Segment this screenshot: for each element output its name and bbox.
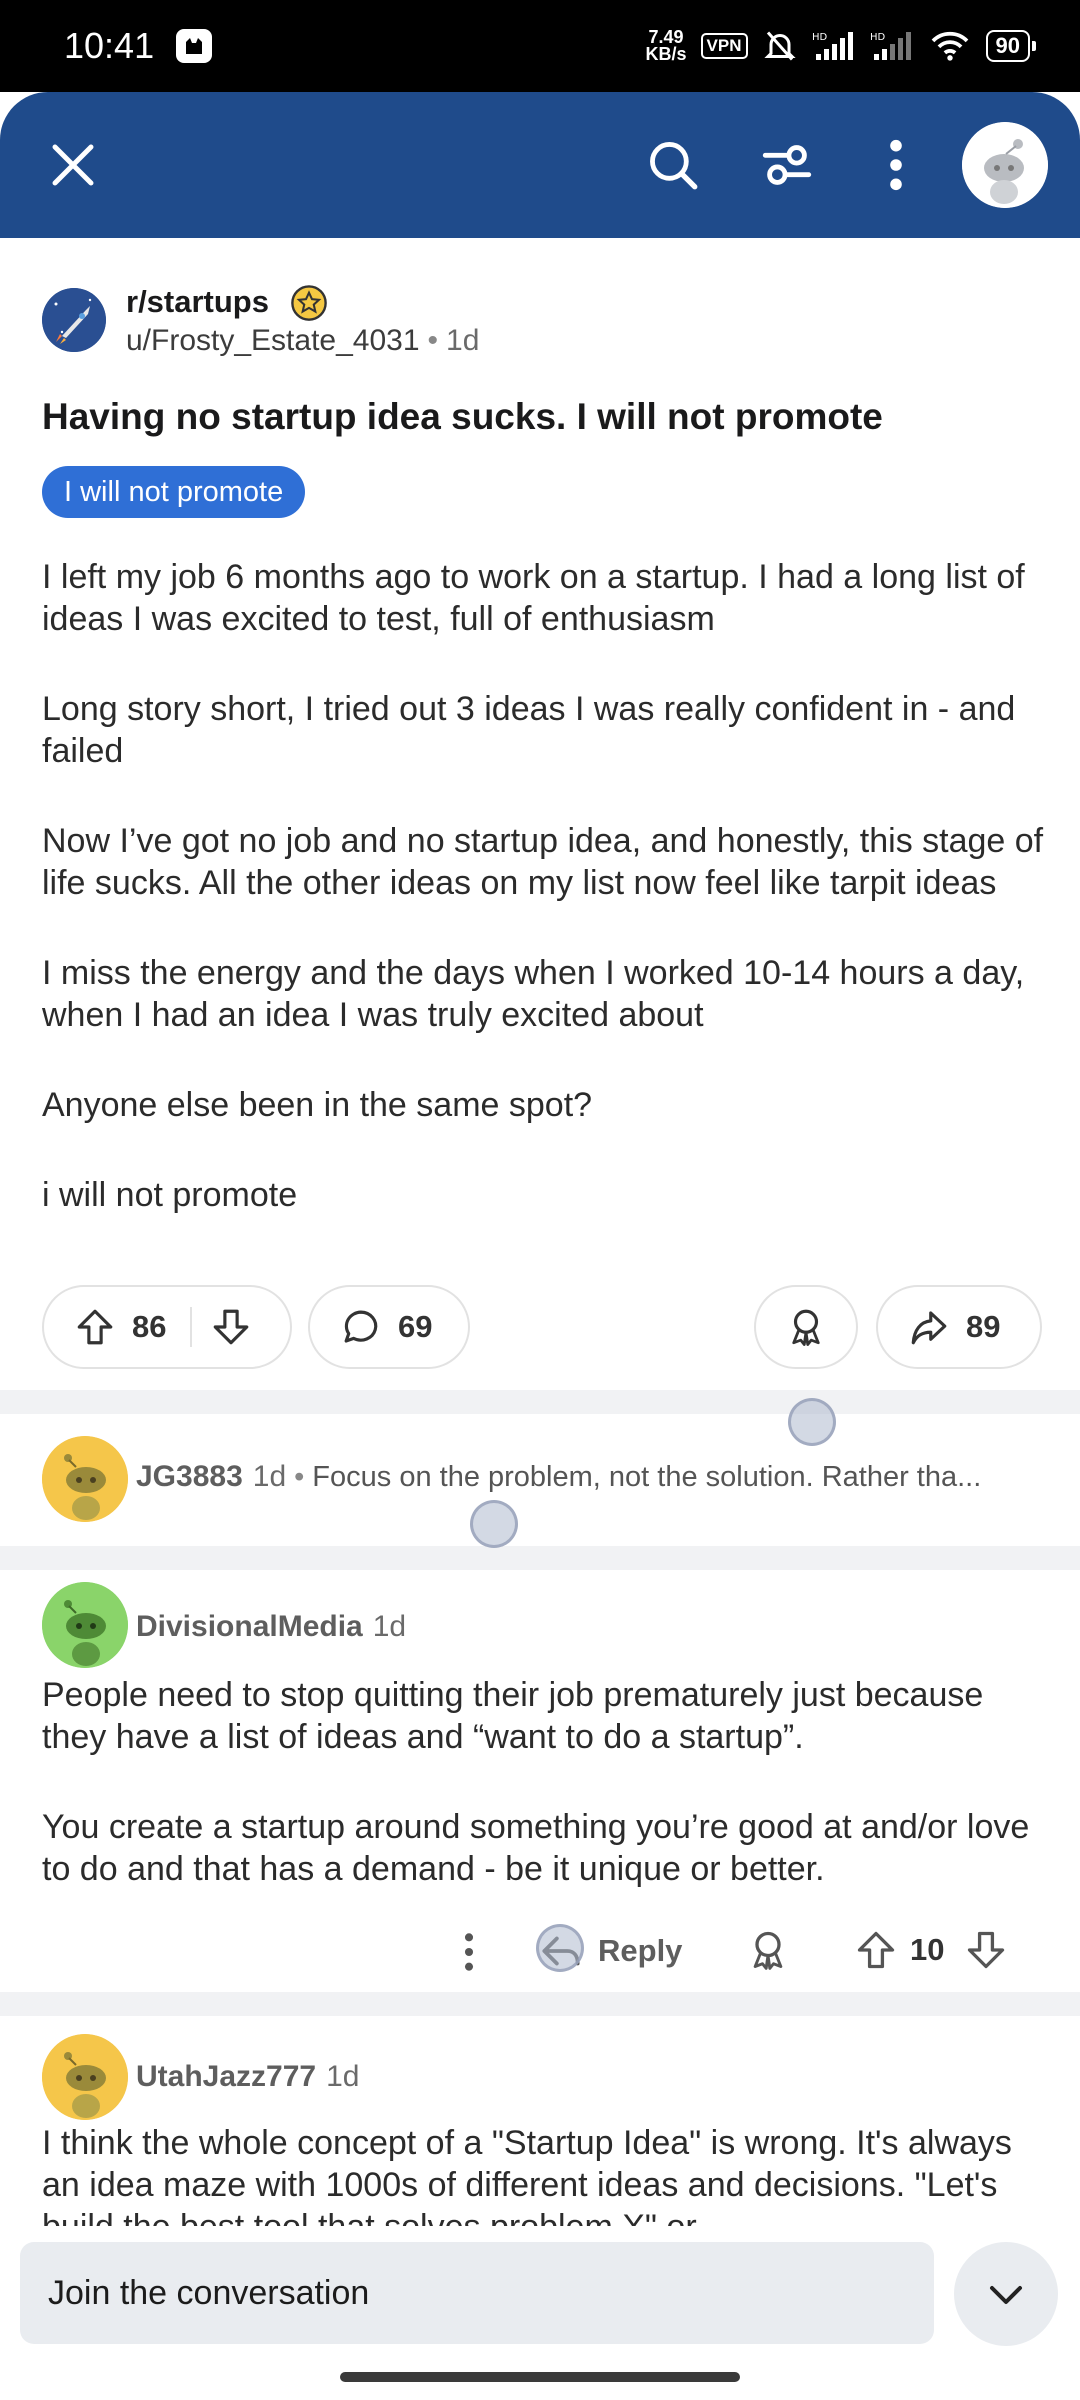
- comment-score: 10: [910, 1932, 945, 1967]
- avatar[interactable]: [962, 122, 1048, 208]
- filter-icon[interactable]: [758, 136, 816, 194]
- avatar[interactable]: [42, 2034, 128, 2120]
- network-speed: 7.49 KB/s: [645, 27, 687, 64]
- subreddit-name[interactable]: r/startups: [126, 284, 269, 320]
- comment-paragraph: People need to stop quitting their job p…: [42, 1676, 984, 1756]
- comment-time: 1d: [252, 1460, 287, 1493]
- divider: [0, 1546, 1080, 1570]
- wifi-icon: [931, 31, 968, 61]
- vpn-badge: VPN: [700, 33, 748, 59]
- upvote-icon[interactable]: [854, 1928, 898, 1972]
- status-bar: 10:41 7.49 KB/s VPN HD HD 90: [0, 0, 1080, 92]
- more-vert-icon[interactable]: [876, 136, 916, 194]
- post-author-line: u/Frosty_Estate_4031 • 1d: [126, 324, 480, 357]
- home-indicator: [340, 2372, 740, 2382]
- post-body: I left my job 6 months ago to work on a …: [42, 556, 1052, 1264]
- post-paragraph: Now I’ve got no job and no startup idea,…: [42, 822, 1044, 902]
- chevron-down-icon: [990, 2286, 1022, 2304]
- comment-time: 1d: [326, 2060, 360, 2093]
- award-icon: [792, 1309, 820, 1346]
- post-paragraph: I miss the energy and the days when I wo…: [42, 954, 1025, 1034]
- divider: [0, 1992, 1080, 2016]
- comment-header: DivisionalMedia 1d: [136, 1610, 406, 1644]
- comment-count: 69: [398, 1309, 433, 1344]
- touch-indicator: [788, 1398, 836, 1446]
- share-count: 89: [966, 1309, 1001, 1344]
- comments-button[interactable]: 69: [308, 1285, 470, 1369]
- comment-author[interactable]: UtahJazz777: [136, 2060, 316, 2093]
- post-paragraph: I left my job 6 months ago to work on a …: [42, 558, 1025, 638]
- comment-body: I think the whole concept of a "Startup …: [42, 2124, 1012, 2226]
- award-button[interactable]: [754, 1285, 858, 1369]
- avatar[interactable]: [42, 1582, 128, 1668]
- bottom-bar: Join the conversation: [0, 2226, 1080, 2400]
- comment-preview: Focus on the problem, not the solution. …: [312, 1461, 982, 1493]
- award-icon[interactable]: [746, 1928, 790, 1972]
- post-title: Having no startup idea sucks. I will not…: [42, 396, 883, 437]
- avatar[interactable]: [42, 1436, 128, 1522]
- comment-time: 1d: [372, 1610, 407, 1643]
- post-time: 1d: [446, 324, 480, 357]
- post-author[interactable]: u/Frosty_Estate_4031: [126, 324, 420, 357]
- comment-paragraph: You create a startup around something yo…: [42, 1808, 1030, 1888]
- touch-indicator: [536, 1924, 584, 1972]
- post-paragraph: i will not promote: [42, 1176, 298, 1214]
- post-paragraph: Long story short, I tried out 3 ideas I …: [42, 690, 1016, 770]
- share-icon: [911, 1311, 947, 1345]
- battery-icon: 90: [985, 30, 1036, 62]
- post-flair[interactable]: I will not promote: [42, 466, 306, 518]
- battery-level: 90: [985, 30, 1030, 62]
- comment-header: UtahJazz777 1d: [136, 2060, 359, 2094]
- signal-icon: HD: [812, 32, 853, 60]
- touch-indicator: [470, 1500, 518, 1548]
- comment-collapsed[interactable]: JG3883 1d • Focus on the problem, not the s…: [0, 1414, 1080, 1546]
- collapsed-comment-line: JG3883 1d • Focus on the problem, not the s…: [136, 1460, 982, 1493]
- vote-pill: 86: [42, 1285, 292, 1369]
- search-icon[interactable]: [644, 136, 702, 194]
- status-time: 10:41: [64, 25, 155, 66]
- comment: UtahJazz777 1d I think the whole concept …: [0, 2016, 1080, 2226]
- share-button[interactable]: 89: [876, 1285, 1042, 1369]
- post-action-bar: 86 69 89: [42, 1285, 1042, 1369]
- join-conversation-input[interactable]: Join the conversation: [20, 2242, 934, 2344]
- close-icon[interactable]: [46, 138, 100, 192]
- comment-body: People need to stop quitting their job p…: [42, 1674, 1052, 1938]
- comment-author[interactable]: DivisionalMedia: [136, 1610, 363, 1643]
- app-header: [0, 92, 1080, 238]
- upvote-count: 86: [132, 1309, 167, 1344]
- upvote-icon[interactable]: [74, 1306, 116, 1348]
- subreddit-icon[interactable]: [42, 288, 106, 352]
- post-paragraph: Anyone else been in the same spot?: [42, 1086, 593, 1124]
- star-badge-icon: [291, 285, 327, 321]
- divider: [0, 1390, 1080, 1414]
- signal-icon-2: HD: [870, 32, 911, 60]
- svg-text:HD: HD: [812, 32, 828, 43]
- post-meta: r/startups u/Frosty_Estate_4031 • 1d: [42, 284, 1042, 357]
- comment-author[interactable]: JG3883: [136, 1460, 243, 1493]
- reply-label: Reply: [598, 1933, 683, 1968]
- comment-icon: [344, 1310, 378, 1343]
- downvote-icon[interactable]: [964, 1928, 1008, 1972]
- downvote-icon[interactable]: [210, 1306, 252, 1348]
- collapse-button[interactable]: [954, 2242, 1058, 2346]
- mute-bell-icon: [763, 31, 796, 61]
- svg-text:HD: HD: [870, 32, 886, 43]
- more-vert-icon[interactable]: [454, 1930, 484, 1974]
- app-notification-icon: [176, 29, 213, 63]
